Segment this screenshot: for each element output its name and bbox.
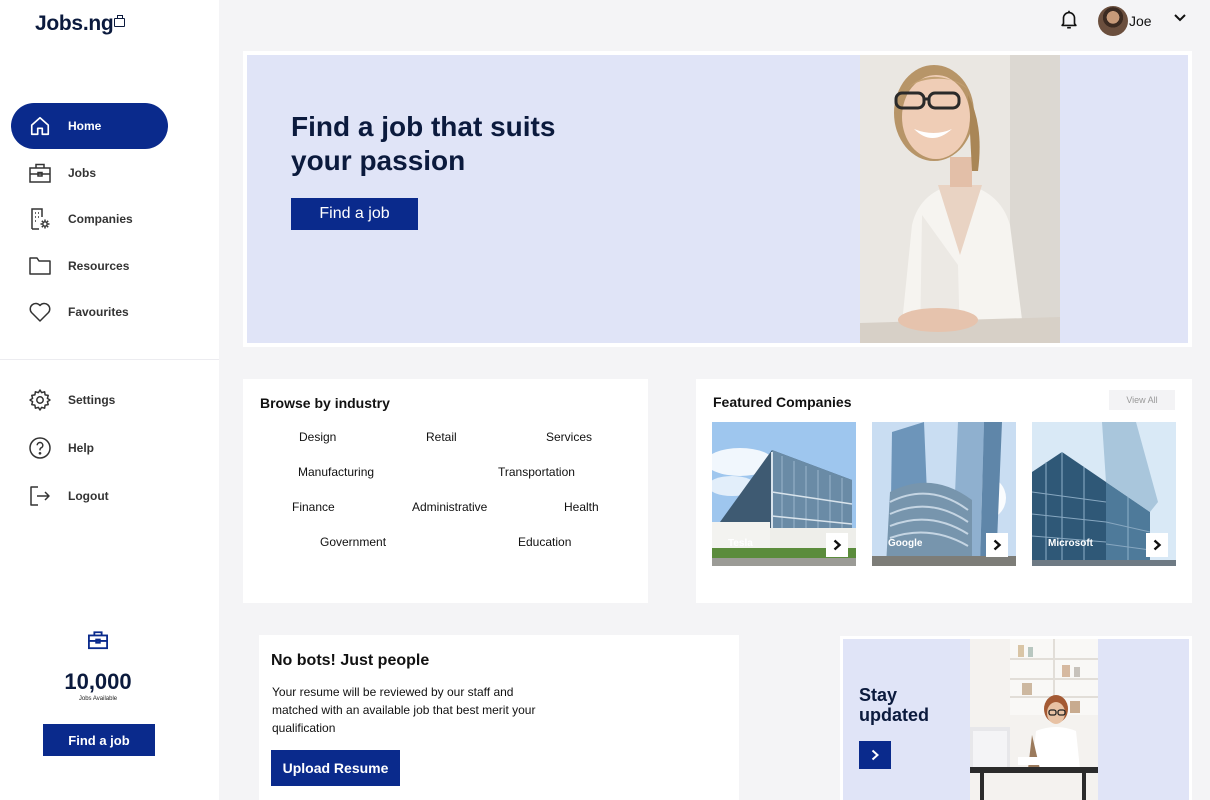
industry-tag-design[interactable]: Design (299, 430, 336, 444)
jobs-count-label: Jobs Available (78, 696, 118, 702)
hero-find-job-button[interactable]: Find a job (291, 198, 418, 230)
sidebar-item-label: Settings (68, 393, 116, 407)
industry-tag-administrative[interactable]: Administrative (412, 500, 487, 514)
chevron-down-icon[interactable] (1172, 10, 1188, 31)
company-card-tesla[interactable]: Tesla (712, 422, 856, 566)
upload-resume-button[interactable]: Upload Resume (271, 750, 400, 786)
industry-tag-finance[interactable]: Finance (292, 500, 335, 514)
sidebar-item-label: Resources (68, 259, 130, 273)
jobs-available-stat: 10,000 Jobs Available (0, 630, 196, 702)
stay-updated-card: Stay updated (840, 636, 1192, 800)
no-bots-description: Your resume will be reviewed by our staf… (272, 685, 536, 735)
sidebar-item-label: Favourites (68, 305, 129, 319)
logout-icon (27, 483, 53, 509)
user-name[interactable]: Joe (1129, 13, 1152, 29)
briefcase-stat-icon (0, 630, 196, 655)
notification-bell-icon[interactable] (1058, 8, 1080, 35)
hero-inner: Find a job that suits your passion Find … (247, 55, 1188, 343)
industry-tag-services[interactable]: Services (546, 430, 592, 444)
company-name: Tesla (728, 538, 753, 549)
sidebar-item-home[interactable]: Home (11, 103, 168, 149)
chevron-right-icon[interactable] (1146, 533, 1168, 557)
sidebar-find-job-button[interactable]: Find a job (43, 724, 155, 756)
sidebar: Jobs.ng Home Jobs Companies Resources Fa… (0, 0, 219, 800)
briefcase-logo-icon (114, 15, 126, 27)
sidebar-divider (0, 359, 219, 360)
hero-title: Find a job that suits your passion (291, 111, 556, 176)
hero-banner: Find a job that suits your passion Find … (243, 51, 1192, 347)
featured-title: Featured Companies (713, 394, 852, 410)
company-name: Microsoft (1048, 538, 1093, 549)
heart-icon (27, 299, 53, 325)
chevron-right-icon[interactable] (826, 533, 848, 557)
chevron-right-icon[interactable] (986, 533, 1008, 557)
industry-tag-manufacturing[interactable]: Manufacturing (298, 465, 374, 479)
sidebar-item-logout[interactable]: Logout (11, 473, 168, 519)
company-card-google[interactable]: Google (872, 422, 1016, 566)
sidebar-item-companies[interactable]: Companies (11, 196, 168, 242)
folder-icon (27, 253, 53, 279)
industry-tag-government[interactable]: Government (320, 535, 386, 549)
company-name: Google (888, 538, 923, 549)
sidebar-item-label: Help (68, 441, 95, 455)
industry-tag-health[interactable]: Health (564, 500, 599, 514)
sidebar-item-favourites[interactable]: Favourites (11, 289, 168, 335)
help-icon (27, 435, 53, 461)
logo[interactable]: Jobs.ng (35, 12, 126, 36)
sidebar-item-jobs[interactable]: Jobs (11, 150, 168, 196)
home-icon (27, 113, 53, 139)
hero-woman-photo (860, 55, 1060, 343)
view-all-button[interactable]: View All (1109, 390, 1175, 410)
company-card-microsoft[interactable]: Microsoft (1032, 422, 1176, 566)
stay-updated-title: Stay updated (859, 685, 929, 725)
sidebar-item-label: Logout (68, 489, 109, 503)
stay-updated-button[interactable] (859, 741, 891, 769)
building-icon (27, 206, 53, 232)
sidebar-item-label: Home (68, 119, 102, 133)
logo-text: Jobs.ng (35, 12, 114, 35)
stay-updated-inner: Stay updated (843, 639, 1189, 800)
industry-tag-retail[interactable]: Retail (426, 430, 457, 444)
jobs-count: 10,000 (64, 669, 132, 694)
stay-updated-photo (970, 639, 1098, 800)
sidebar-item-help[interactable]: Help (11, 425, 168, 471)
featured-companies-card: Featured Companies View All Tesla Google… (696, 379, 1192, 603)
sidebar-item-label: Companies (68, 212, 133, 226)
industry-tag-transportation[interactable]: Transportation (498, 465, 575, 479)
browse-title: Browse by industry (260, 395, 390, 411)
no-bots-title: No bots! Just people (271, 652, 430, 669)
browse-by-industry-card: Browse by industry Design Retail Service… (243, 379, 648, 603)
sidebar-item-label: Jobs (68, 166, 97, 180)
industry-tag-education[interactable]: Education (518, 535, 571, 549)
gear-icon (27, 387, 53, 413)
avatar[interactable] (1098, 6, 1128, 36)
briefcase-icon (27, 160, 53, 186)
no-bots-card: No bots! Just people Your resume will be… (259, 635, 739, 800)
sidebar-item-settings[interactable]: Settings (11, 377, 168, 423)
sidebar-item-resources[interactable]: Resources (11, 243, 168, 289)
